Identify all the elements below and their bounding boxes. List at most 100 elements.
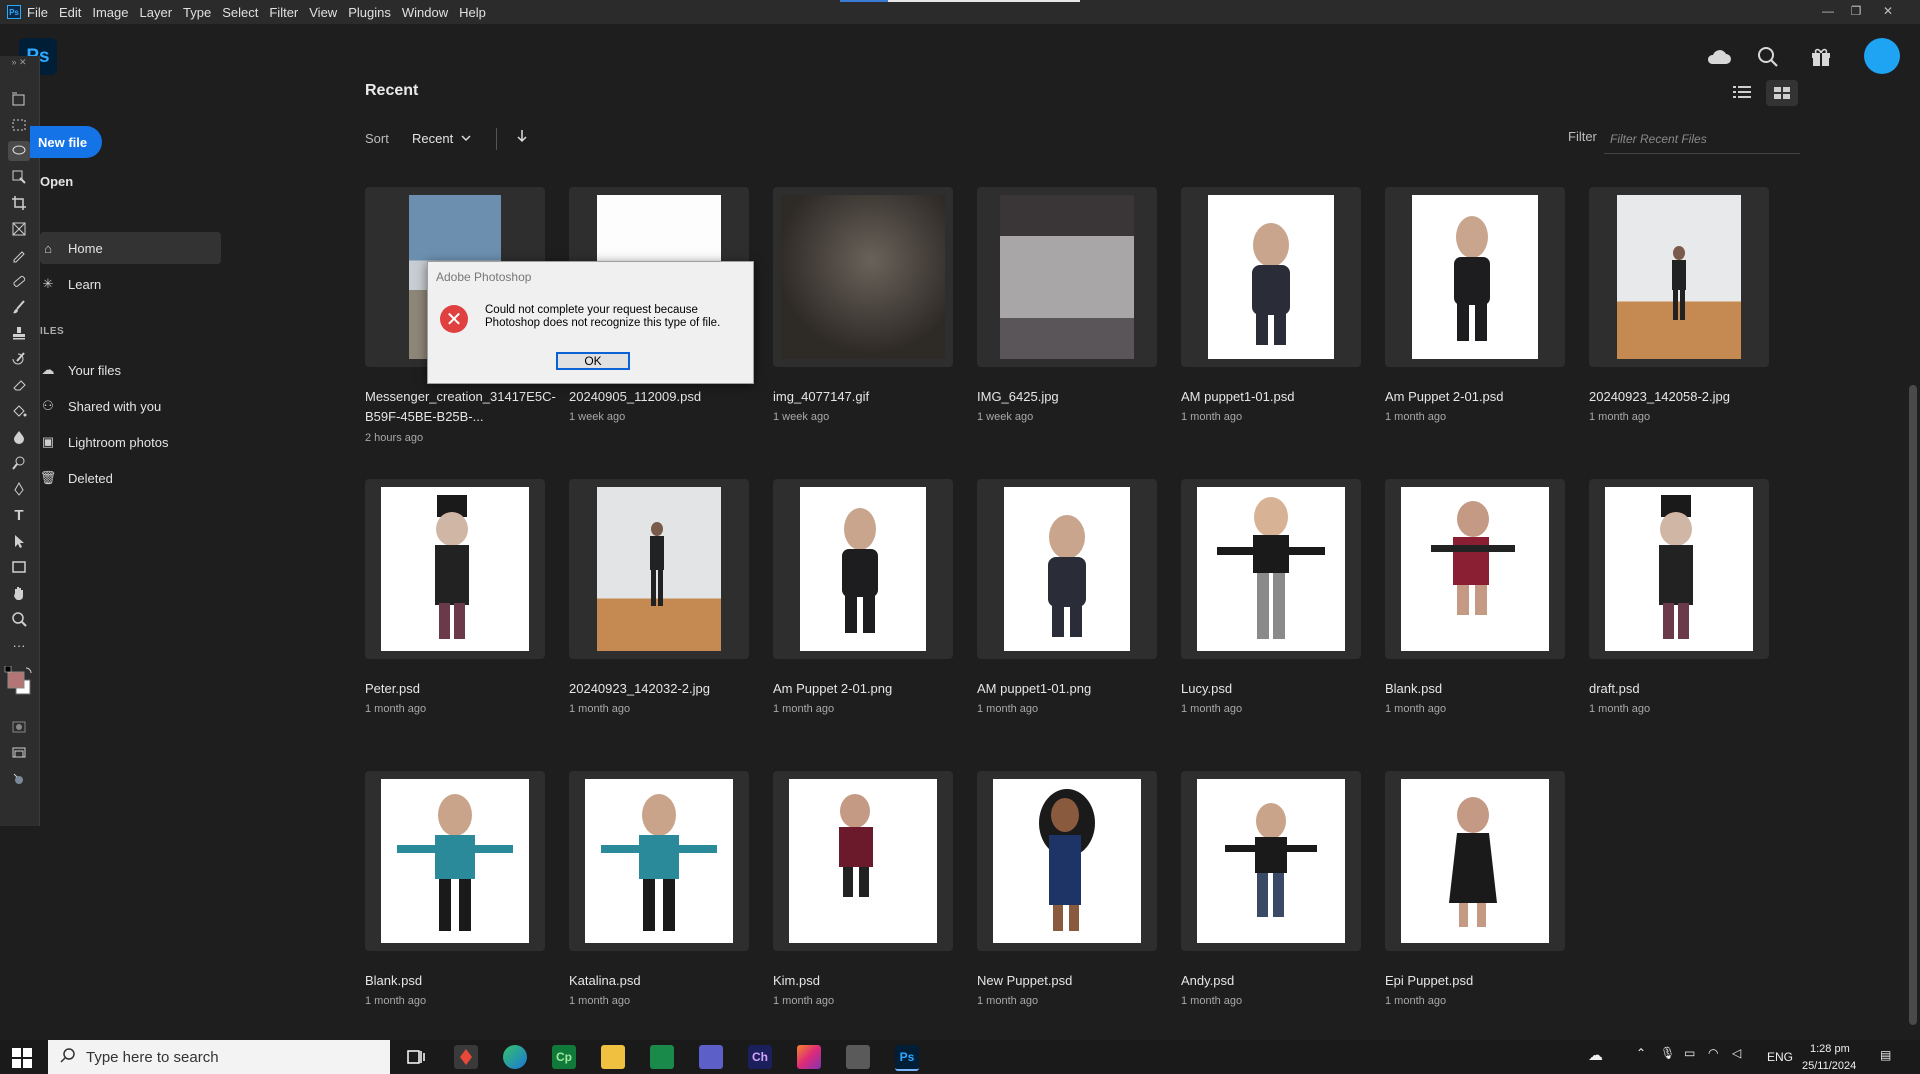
sidebar-item-learn[interactable]: ✳ Learn (40, 269, 102, 299)
battery-icon[interactable]: ▭ (1684, 1046, 1695, 1060)
file-card[interactable] (1181, 771, 1361, 951)
minimize-icon[interactable]: — (1814, 0, 1842, 22)
ok-button[interactable]: OK (556, 352, 630, 370)
more-tools-icon[interactable]: ··· (8, 635, 30, 655)
language-indicator[interactable]: ENG (1767, 1050, 1793, 1064)
app-icon-pinned[interactable] (454, 1045, 478, 1069)
file-name[interactable]: Kim.psd (773, 971, 973, 991)
chevron-up-icon[interactable]: ⌃ (1636, 1046, 1646, 1060)
object-selection-tool-icon[interactable] (8, 167, 30, 187)
marquee-tool-icon[interactable] (8, 115, 30, 135)
file-card[interactable] (977, 771, 1157, 951)
file-card[interactable] (1181, 479, 1361, 659)
cloud-icon[interactable] (1704, 42, 1734, 72)
restore-icon[interactable]: ❐ (1842, 0, 1870, 22)
file-card[interactable] (773, 479, 953, 659)
file-name[interactable]: Andy.psd (1181, 971, 1381, 991)
teams-icon[interactable] (699, 1045, 723, 1069)
file-card[interactable] (773, 187, 953, 367)
brush-tool-icon[interactable] (8, 297, 30, 317)
file-name[interactable]: Epi Puppet.psd (1385, 971, 1585, 991)
menu-plugins[interactable]: Plugins (348, 5, 391, 20)
file-name[interactable]: 20240905_112009.psd (569, 387, 769, 407)
file-card[interactable] (773, 771, 953, 951)
blur-tool-icon[interactable] (8, 427, 30, 447)
sidebar-item-deleted[interactable]: 🗑 Deleted (40, 463, 113, 493)
taskbar-search-input[interactable]: Type here to search (48, 1040, 390, 1074)
file-name[interactable]: Am Puppet 2-01.png (773, 679, 973, 699)
paint-bucket-tool-icon[interactable] (8, 401, 30, 421)
windows-start-icon[interactable] (12, 1048, 32, 1068)
file-card[interactable] (569, 479, 749, 659)
sidebar-item-shared[interactable]: ⚇ Shared with you (40, 391, 161, 421)
file-name[interactable]: Peter.psd (365, 679, 565, 699)
file-name[interactable]: AM puppet1-01.psd (1181, 387, 1381, 407)
file-name[interactable]: New Puppet.psd (977, 971, 1177, 991)
path-selection-tool-icon[interactable] (8, 531, 30, 551)
menu-filter[interactable]: Filter (269, 5, 298, 20)
gift-icon[interactable] (1806, 42, 1836, 72)
quick-mask-icon[interactable] (8, 717, 30, 737)
file-card[interactable] (365, 479, 545, 659)
menu-view[interactable]: View (309, 5, 337, 20)
file-card[interactable] (1589, 187, 1769, 367)
task-view-icon[interactable] (404, 1045, 428, 1069)
avatar[interactable] (1864, 38, 1900, 74)
file-card[interactable] (977, 479, 1157, 659)
eraser-tool-icon[interactable] (8, 375, 30, 395)
file-card[interactable] (1181, 187, 1361, 367)
file-card[interactable] (1385, 479, 1565, 659)
file-name[interactable]: Blank.psd (1385, 679, 1585, 699)
file-card[interactable] (569, 771, 749, 951)
menu-file[interactable]: File (27, 5, 48, 20)
scrollbar-thumb[interactable] (1909, 385, 1917, 1025)
microphone-icon[interactable]: 🎙 (1660, 1046, 1675, 1060)
sort-dropdown[interactable]: Recent (412, 127, 471, 149)
history-brush-tool-icon[interactable] (8, 349, 30, 369)
screen-mode-icon[interactable] (8, 743, 30, 763)
notifications-icon[interactable]: ▤ (1880, 1048, 1891, 1062)
wifi-icon[interactable]: ◠ (1708, 1046, 1718, 1060)
app-icon-cp[interactable]: Cp (552, 1045, 576, 1069)
file-name[interactable]: draft.psd (1589, 679, 1789, 699)
app-icon-green[interactable] (650, 1045, 674, 1069)
file-name[interactable]: AM puppet1-01.png (977, 679, 1177, 699)
menu-type[interactable]: Type (183, 5, 211, 20)
volume-icon[interactable]: ◁ (1732, 1046, 1741, 1060)
menu-edit[interactable]: Edit (59, 5, 81, 20)
filter-recent-files-input[interactable] (1604, 124, 1800, 154)
search-icon[interactable] (1753, 42, 1783, 72)
menu-layer[interactable]: Layer (140, 5, 173, 20)
new-file-button[interactable]: New file (30, 126, 102, 158)
sidebar-item-lightroom[interactable]: ▣ Lightroom photos (40, 427, 169, 457)
clock-date[interactable]: 25/11/2024 (1802, 1060, 1856, 1072)
menu-window[interactable]: Window (402, 5, 448, 20)
grid-view-icon[interactable] (1766, 80, 1798, 106)
file-name[interactable]: Katalina.psd (569, 971, 769, 991)
file-card[interactable] (365, 771, 545, 951)
lasso-tool-icon[interactable] (8, 141, 30, 161)
file-card[interactable] (977, 187, 1157, 367)
sidebar-item-your-files[interactable]: ☁ Your files (40, 355, 122, 385)
menu-image[interactable]: Image (92, 5, 128, 20)
eyedropper-tool-icon[interactable] (8, 245, 30, 265)
close-icon[interactable]: ✕ (1874, 0, 1902, 22)
dodge-tool-icon[interactable] (8, 453, 30, 473)
file-name[interactable]: 20240923_142032-2.jpg (569, 679, 769, 699)
rectangle-tool-icon[interactable] (8, 557, 30, 577)
pen-tool-icon[interactable] (8, 479, 30, 499)
app-icon-ch[interactable]: Ch (748, 1045, 772, 1069)
color-swatches-icon[interactable] (4, 666, 34, 700)
panel-collapse-icon[interactable]: » ✕ (8, 52, 30, 72)
open-button[interactable]: Open (40, 166, 73, 196)
zoom-tool-icon[interactable] (8, 609, 30, 629)
file-name[interactable]: IMG_6425.jpg (977, 387, 1177, 407)
clock-time[interactable]: 1:28 pm (1810, 1043, 1850, 1055)
edge-browser-icon[interactable] (503, 1045, 527, 1069)
file-explorer-icon[interactable] (601, 1045, 625, 1069)
share-icon[interactable] (8, 769, 30, 789)
app-icon-printer[interactable] (846, 1045, 870, 1069)
app-icon-photoshop[interactable]: Ps (895, 1045, 919, 1071)
weather-icon[interactable]: ☁ (1588, 1046, 1603, 1064)
frame-tool-icon[interactable] (8, 219, 30, 239)
